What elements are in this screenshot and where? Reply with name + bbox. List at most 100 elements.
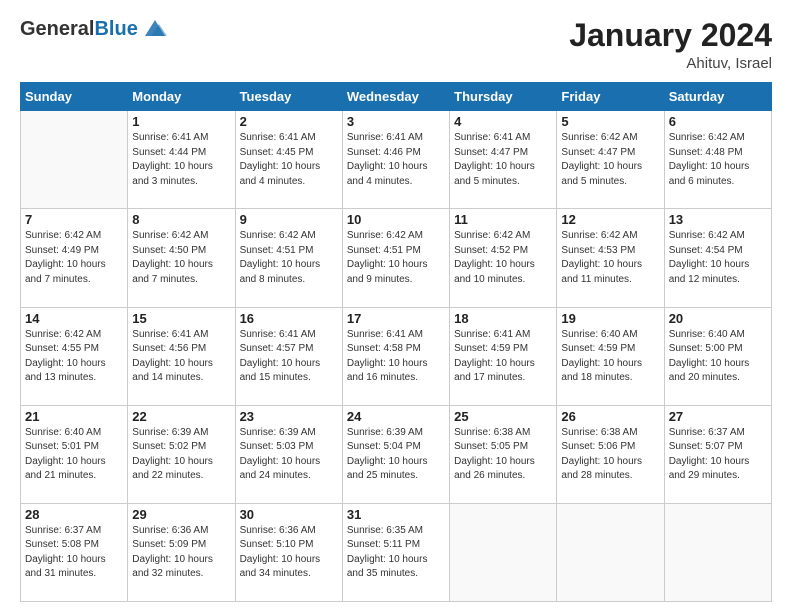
day-info: Sunrise: 6:37 AM Sunset: 5:08 PM Dayligh… — [25, 524, 123, 582]
day-number: 24 — [347, 409, 445, 424]
day-cell: 19 Sunrise: 6:40 AM Sunset: 4:59 PM Dayli… — [557, 307, 664, 405]
day-number: 30 — [240, 507, 338, 522]
day-info: Sunrise: 6:36 AM Sunset: 5:10 PM Dayligh… — [240, 524, 338, 582]
day-cell: 17 Sunrise: 6:41 AM Sunset: 4:58 PM Dayli… — [342, 307, 449, 405]
day-info: Sunrise: 6:40 AM Sunset: 5:00 PM Dayligh… — [669, 328, 767, 386]
day-number: 26 — [561, 409, 659, 424]
location: Ahituv, Israel — [569, 55, 772, 72]
day-number: 9 — [240, 212, 338, 227]
day-cell — [450, 503, 557, 601]
week-row-2: 14Sunrise: 6:42 AM Sunset: 4:55 PM Dayli… — [21, 307, 772, 405]
day-cell — [664, 503, 771, 601]
day-number: 8 — [132, 212, 230, 227]
day-cell: 2Sunrise: 6:41 AM Sunset: 4:45 PM Daylig… — [235, 111, 342, 209]
page: GeneralBlue January 2024 Ahituv, Israel … — [0, 0, 792, 612]
logo-icon — [141, 18, 169, 40]
day-number: 17 — [347, 311, 445, 326]
day-cell: 30 Sunrise: 6:36 AM Sunset: 5:10 PM Dayli… — [235, 503, 342, 601]
day-cell: 9 Sunrise: 6:42 AM Sunset: 4:51 PM Daylig… — [235, 209, 342, 307]
day-cell: 29Sunrise: 6:36 AM Sunset: 5:09 PM Dayli… — [128, 503, 235, 601]
day-info: Sunrise: 6:36 AM Sunset: 5:09 PM Dayligh… — [132, 524, 230, 582]
day-cell: 22 Sunrise: 6:39 AM Sunset: 5:02 PM Dayli… — [128, 405, 235, 503]
day-cell: 11 Sunrise: 6:42 AM Sunset: 4:52 PM Dayli… — [450, 209, 557, 307]
day-info: Sunrise: 6:42 AM Sunset: 4:54 PM Dayligh… — [669, 229, 767, 287]
day-info: Sunrise: 6:42 AM Sunset: 4:52 PM Dayligh… — [454, 229, 552, 287]
day-cell: 25Sunrise: 6:38 AM Sunset: 5:05 PM Dayli… — [450, 405, 557, 503]
day-cell: 21Sunrise: 6:40 AM Sunset: 5:01 PM Dayli… — [21, 405, 128, 503]
day-info: Sunrise: 6:42 AM Sunset: 4:48 PM Dayligh… — [669, 131, 767, 189]
day-number: 20 — [669, 311, 767, 326]
day-number: 5 — [561, 114, 659, 129]
day-number: 13 — [669, 212, 767, 227]
day-cell: 26 Sunrise: 6:38 AM Sunset: 5:06 PM Dayli… — [557, 405, 664, 503]
day-info: Sunrise: 6:42 AM Sunset: 4:51 PM Dayligh… — [347, 229, 445, 287]
weekday-header-thursday: Thursday — [450, 83, 557, 111]
day-number: 7 — [25, 212, 123, 227]
logo-text: GeneralBlue — [20, 18, 169, 40]
day-number: 18 — [454, 311, 552, 326]
logo-general-text: General — [20, 18, 94, 40]
day-info: Sunrise: 6:41 AM Sunset: 4:58 PM Dayligh… — [347, 328, 445, 386]
day-number: 2 — [240, 114, 338, 129]
day-cell: 27Sunrise: 6:37 AM Sunset: 5:07 PM Dayli… — [664, 405, 771, 503]
day-cell: 15 Sunrise: 6:41 AM Sunset: 4:56 PM Dayli… — [128, 307, 235, 405]
day-info: Sunrise: 6:42 AM Sunset: 4:50 PM Dayligh… — [132, 229, 230, 287]
day-number: 22 — [132, 409, 230, 424]
day-cell: 20 Sunrise: 6:40 AM Sunset: 5:00 PM Dayli… — [664, 307, 771, 405]
week-row-4: 28 Sunrise: 6:37 AM Sunset: 5:08 PM Dayli… — [21, 503, 772, 601]
day-cell: 23 Sunrise: 6:39 AM Sunset: 5:03 PM Dayli… — [235, 405, 342, 503]
weekday-header-tuesday: Tuesday — [235, 83, 342, 111]
day-cell — [557, 503, 664, 601]
weekday-header-friday: Friday — [557, 83, 664, 111]
day-info: Sunrise: 6:38 AM Sunset: 5:06 PM Dayligh… — [561, 426, 659, 484]
day-cell: 6 Sunrise: 6:42 AM Sunset: 4:48 PM Daylig… — [664, 111, 771, 209]
day-cell: 3 Sunrise: 6:41 AM Sunset: 4:46 PM Daylig… — [342, 111, 449, 209]
day-cell — [21, 111, 128, 209]
day-info: Sunrise: 6:42 AM Sunset: 4:53 PM Dayligh… — [561, 229, 659, 287]
day-number: 4 — [454, 114, 552, 129]
day-cell: 31Sunrise: 6:35 AM Sunset: 5:11 PM Dayli… — [342, 503, 449, 601]
day-number: 15 — [132, 311, 230, 326]
day-info: Sunrise: 6:40 AM Sunset: 4:59 PM Dayligh… — [561, 328, 659, 386]
day-info: Sunrise: 6:39 AM Sunset: 5:03 PM Dayligh… — [240, 426, 338, 484]
week-row-3: 21Sunrise: 6:40 AM Sunset: 5:01 PM Dayli… — [21, 405, 772, 503]
day-number: 12 — [561, 212, 659, 227]
day-number: 28 — [25, 507, 123, 522]
logo: GeneralBlue — [20, 18, 169, 40]
day-info: Sunrise: 6:41 AM Sunset: 4:57 PM Dayligh… — [240, 328, 338, 386]
day-number: 23 — [240, 409, 338, 424]
title-block: January 2024 Ahituv, Israel — [569, 18, 772, 72]
weekday-header-monday: Monday — [128, 83, 235, 111]
day-info: Sunrise: 6:39 AM Sunset: 5:02 PM Dayligh… — [132, 426, 230, 484]
month-title: January 2024 — [569, 18, 772, 53]
day-number: 16 — [240, 311, 338, 326]
weekday-header-wednesday: Wednesday — [342, 83, 449, 111]
day-number: 19 — [561, 311, 659, 326]
day-number: 11 — [454, 212, 552, 227]
day-info: Sunrise: 6:39 AM Sunset: 5:04 PM Dayligh… — [347, 426, 445, 484]
day-info: Sunrise: 6:41 AM Sunset: 4:44 PM Dayligh… — [132, 131, 230, 189]
weekday-header-row: SundayMondayTuesdayWednesdayThursdayFrid… — [21, 83, 772, 111]
logo-blue-text: Blue — [94, 18, 137, 40]
day-info: Sunrise: 6:42 AM Sunset: 4:51 PM Dayligh… — [240, 229, 338, 287]
day-cell: 4Sunrise: 6:41 AM Sunset: 4:47 PM Daylig… — [450, 111, 557, 209]
day-info: Sunrise: 6:41 AM Sunset: 4:59 PM Dayligh… — [454, 328, 552, 386]
day-cell: 24 Sunrise: 6:39 AM Sunset: 5:04 PM Dayli… — [342, 405, 449, 503]
day-info: Sunrise: 6:41 AM Sunset: 4:56 PM Dayligh… — [132, 328, 230, 386]
day-cell: 28 Sunrise: 6:37 AM Sunset: 5:08 PM Dayli… — [21, 503, 128, 601]
day-cell: 16 Sunrise: 6:41 AM Sunset: 4:57 PM Dayli… — [235, 307, 342, 405]
day-number: 1 — [132, 114, 230, 129]
day-number: 21 — [25, 409, 123, 424]
day-cell: 13 Sunrise: 6:42 AM Sunset: 4:54 PM Dayli… — [664, 209, 771, 307]
day-info: Sunrise: 6:41 AM Sunset: 4:46 PM Dayligh… — [347, 131, 445, 189]
weekday-header-saturday: Saturday — [664, 83, 771, 111]
day-number: 10 — [347, 212, 445, 227]
day-number: 3 — [347, 114, 445, 129]
weekday-header-sunday: Sunday — [21, 83, 128, 111]
day-cell: 12 Sunrise: 6:42 AM Sunset: 4:53 PM Dayli… — [557, 209, 664, 307]
day-number: 14 — [25, 311, 123, 326]
week-row-0: 1 Sunrise: 6:41 AM Sunset: 4:44 PM Daylig… — [21, 111, 772, 209]
day-number: 27 — [669, 409, 767, 424]
calendar-table: SundayMondayTuesdayWednesdayThursdayFrid… — [20, 82, 772, 602]
day-number: 6 — [669, 114, 767, 129]
